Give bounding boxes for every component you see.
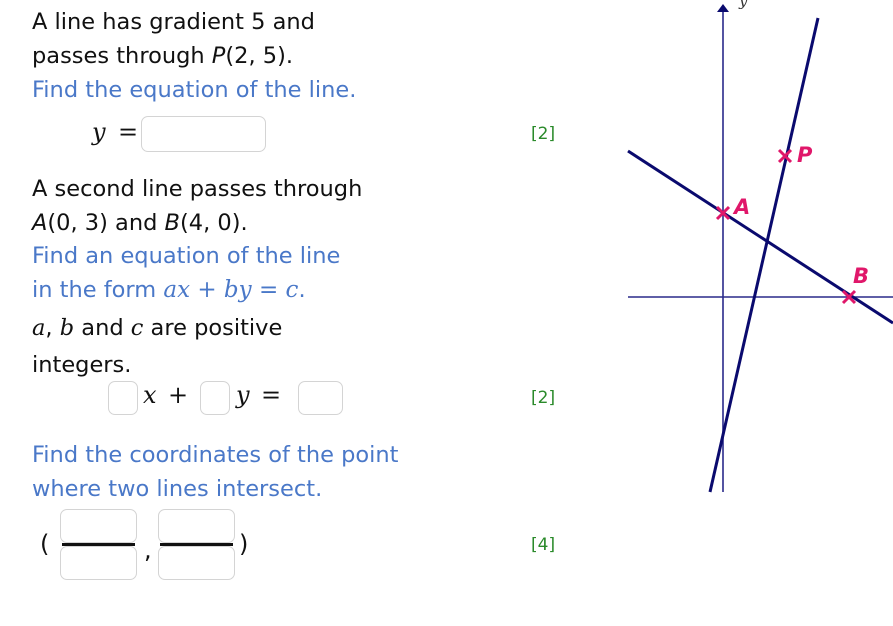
y-axis-arrow-icon <box>717 4 729 12</box>
line-through-p <box>708 17 820 493</box>
point-p-label: P <box>797 143 813 167</box>
point-a-label: A <box>732 195 750 219</box>
y-axis-label: y <box>738 0 748 10</box>
coordinate-diagram: y P A B <box>627 0 893 493</box>
point-b-label: B <box>853 264 869 288</box>
